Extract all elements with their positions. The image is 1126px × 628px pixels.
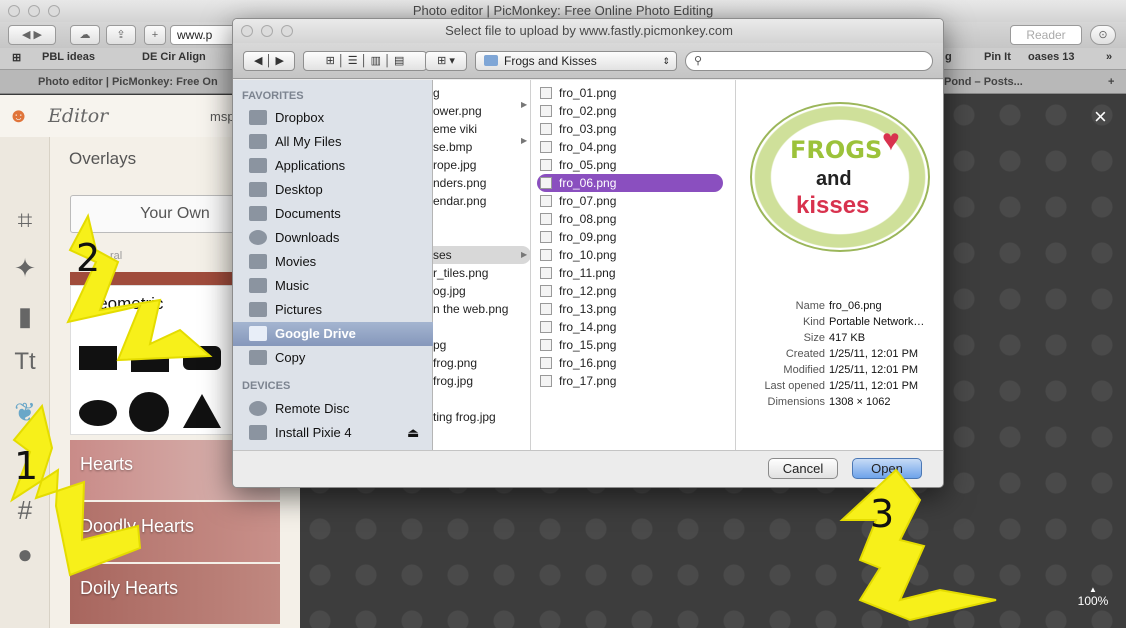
arrow-3: [839, 468, 997, 622]
annotation-layer: [9, 213, 997, 622]
annotation-number-1: 1: [14, 444, 39, 488]
annotation-number-3: 3: [870, 492, 895, 536]
arrow-1: [9, 403, 142, 577]
annotation-number-2: 2: [76, 236, 101, 280]
